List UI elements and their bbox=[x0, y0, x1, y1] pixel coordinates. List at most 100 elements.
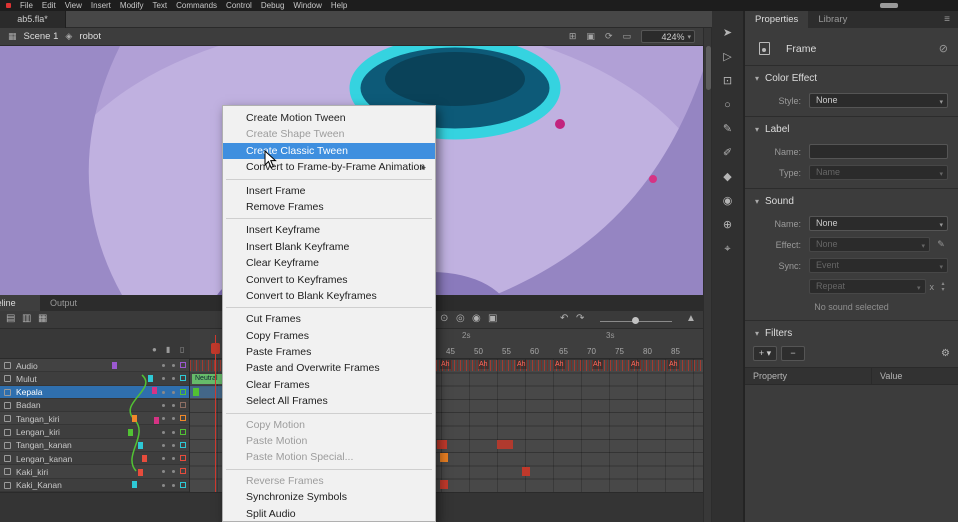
hand-tool-icon[interactable]: ⊕ bbox=[716, 215, 740, 236]
lasso-tool-icon[interactable]: ○ bbox=[716, 95, 740, 116]
breadcrumb-scene[interactable]: Scene 1 bbox=[24, 31, 59, 42]
show-hide-column-icon[interactable]: ● bbox=[152, 345, 157, 354]
menu-control[interactable]: Control bbox=[226, 1, 252, 10]
layer-icon bbox=[4, 362, 11, 369]
properties-object-header: Frame ⊘ bbox=[745, 28, 958, 65]
delete-layer-icon[interactable]: ▦ bbox=[38, 313, 47, 324]
frame-size-icon[interactable]: ▲ bbox=[686, 313, 696, 324]
zoom-level-select[interactable]: 424% ▾ bbox=[641, 30, 695, 43]
menu-item-split-audio[interactable]: Split Audio bbox=[223, 506, 435, 522]
add-filter-button[interactable]: + ▾ bbox=[753, 346, 777, 361]
chevron-down-icon: ▾ bbox=[755, 125, 759, 134]
document-tab[interactable]: ab5.fla* bbox=[0, 11, 66, 28]
tab-library[interactable]: Library bbox=[808, 11, 857, 28]
menu-item-insert-blank-keyframe[interactable]: Insert Blank Keyframe bbox=[223, 239, 435, 255]
onion-skin-icon[interactable]: ◎ bbox=[456, 313, 465, 324]
fullscreen-icon[interactable]: ▭ bbox=[622, 31, 631, 42]
subselection-tool-icon[interactable]: ▷ bbox=[716, 47, 740, 68]
selection-tool-icon[interactable]: ➤ bbox=[716, 23, 740, 44]
lock-column-icon[interactable]: ▮ bbox=[166, 345, 170, 354]
layer-icon bbox=[4, 375, 11, 382]
menu-item-paste-and-overwrite-frames[interactable]: Paste and Overwrite Frames bbox=[223, 360, 435, 376]
menu-item-insert-keyframe[interactable]: Insert Keyframe bbox=[223, 222, 435, 238]
menu-insert[interactable]: Insert bbox=[91, 1, 111, 10]
menu-item-select-all-frames[interactable]: Select All Frames bbox=[223, 393, 435, 409]
menu-bar-user-widget[interactable] bbox=[880, 3, 898, 8]
remove-filter-button[interactable]: − bbox=[781, 346, 805, 361]
menu-item-paste-frames[interactable]: Paste Frames bbox=[223, 344, 435, 360]
menu-commands[interactable]: Commands bbox=[176, 1, 217, 10]
free-transform-tool-icon[interactable]: ⊡ bbox=[716, 71, 740, 92]
menu-item-synchronize-symbols[interactable]: Synchronize Symbols bbox=[223, 489, 435, 505]
frame-span-label[interactable]: Neutral bbox=[192, 374, 224, 384]
menu-item-convert-to-blank-keyframes[interactable]: Convert to Blank Keyframes bbox=[223, 288, 435, 304]
menu-separator bbox=[226, 413, 432, 414]
section-header-sound[interactable]: ▾ Sound bbox=[745, 194, 958, 211]
menu-item-cut-frames[interactable]: Cut Frames bbox=[223, 311, 435, 327]
menu-modify[interactable]: Modify bbox=[120, 1, 144, 10]
menu-help[interactable]: Help bbox=[331, 1, 347, 10]
section-header-filters[interactable]: ▾ Filters bbox=[745, 326, 958, 343]
menu-item-copy-frames[interactable]: Copy Frames bbox=[223, 328, 435, 344]
label-name-input[interactable] bbox=[809, 144, 948, 159]
eyedropper-tool-icon[interactable]: ◉ bbox=[716, 191, 740, 212]
classic-brush-tool-icon[interactable]: ✐ bbox=[716, 143, 740, 164]
rotate-stage-icon[interactable]: ⟳ bbox=[605, 31, 613, 42]
tab-output[interactable]: Output bbox=[42, 295, 85, 311]
scrollbar-thumb[interactable] bbox=[706, 46, 711, 90]
edit-multiple-frames-icon[interactable]: ▣ bbox=[488, 313, 497, 324]
center-stage-icon[interactable]: ⊞ bbox=[569, 31, 577, 42]
object-type-label: Frame bbox=[786, 43, 816, 55]
menu-item-clear-keyframe[interactable]: Clear Keyframe bbox=[223, 255, 435, 271]
vertical-scrollbar[interactable] bbox=[703, 28, 712, 522]
menu-debug[interactable]: Debug bbox=[261, 1, 285, 10]
step-back-icon[interactable]: ↶ bbox=[560, 313, 568, 324]
outline-column-icon[interactable]: ▯ bbox=[180, 345, 184, 354]
menu-item-create-classic-tween[interactable]: Create Classic Tween bbox=[223, 143, 435, 159]
menu-item-create-motion-tween[interactable]: Create Motion Tween bbox=[223, 110, 435, 126]
menu-item-convert-to-keyframes[interactable]: Convert to Keyframes bbox=[223, 272, 435, 288]
section-header-label[interactable]: ▾ Label bbox=[745, 122, 958, 139]
playhead-handle[interactable] bbox=[211, 343, 220, 354]
ruler-second-label: 3s bbox=[606, 331, 614, 340]
menu-file[interactable]: File bbox=[20, 1, 33, 10]
options-circle-icon[interactable]: ⊘ bbox=[939, 42, 948, 55]
center-frame-icon[interactable]: ⊙ bbox=[440, 313, 448, 324]
fluid-brush-tool-icon[interactable]: ✎ bbox=[716, 119, 740, 140]
menu-item-convert-to-frame-by-frame-animation[interactable]: Convert to Frame-by-Frame Animation ▸ bbox=[223, 159, 435, 175]
menu-item-clear-frames[interactable]: Clear Frames bbox=[223, 377, 435, 393]
panel-menu-icon[interactable]: ≡ bbox=[944, 11, 958, 28]
onion-skin-outlines-icon[interactable]: ◉ bbox=[472, 313, 481, 324]
new-folder-icon[interactable]: ▥ bbox=[22, 313, 31, 324]
paint-bucket-tool-icon[interactable]: ◆ bbox=[716, 167, 740, 188]
repeat-count-stepper[interactable]: ▴▾ bbox=[938, 280, 948, 294]
sound-sync-select: Event ▾ bbox=[809, 258, 948, 273]
no-sound-selected-text: No sound selected bbox=[745, 302, 958, 312]
clip-content-icon[interactable]: ▣ bbox=[586, 31, 595, 42]
menu-window[interactable]: Window bbox=[293, 1, 321, 10]
new-layer-icon[interactable]: ▤ bbox=[6, 313, 15, 324]
sound-name-select[interactable]: None ▾ bbox=[809, 216, 948, 231]
filter-options-gear-icon[interactable]: ⚙ bbox=[941, 348, 950, 359]
layer-icon bbox=[4, 442, 11, 449]
timeline-zoom-slider-knob[interactable] bbox=[632, 317, 639, 324]
menu-item-insert-frame[interactable]: Insert Frame bbox=[223, 183, 435, 199]
tab-timeline[interactable]: Timeline bbox=[0, 295, 40, 311]
menu-view[interactable]: View bbox=[65, 1, 82, 10]
breadcrumb-symbol[interactable]: robot bbox=[79, 31, 101, 42]
scene-icon: ▦ bbox=[8, 31, 17, 42]
playhead-line[interactable] bbox=[215, 335, 216, 492]
step-forward-icon[interactable]: ↷ bbox=[576, 313, 584, 324]
menu-item-remove-frames[interactable]: Remove Frames bbox=[223, 199, 435, 215]
menu-text[interactable]: Text bbox=[152, 1, 167, 10]
style-select[interactable]: None ▾ bbox=[809, 93, 948, 108]
edit-bar: ▦ Scene 1 ◈ robot ⊞ ▣ ⟳ ▭ 424% ▾ bbox=[0, 28, 703, 46]
zoom-tool-icon[interactable]: ⌖ bbox=[716, 239, 740, 260]
tab-properties[interactable]: Properties bbox=[745, 11, 808, 28]
audio-frame-label: Ah bbox=[554, 360, 565, 369]
menu-edit[interactable]: Edit bbox=[42, 1, 56, 10]
edit-sound-envelope-icon[interactable]: ✎ bbox=[934, 239, 948, 250]
filters-table-header: Property Value bbox=[745, 367, 958, 385]
zoom-level-value: 424% bbox=[661, 32, 684, 42]
section-header-color-effect[interactable]: ▾ Color Effect bbox=[745, 71, 958, 88]
